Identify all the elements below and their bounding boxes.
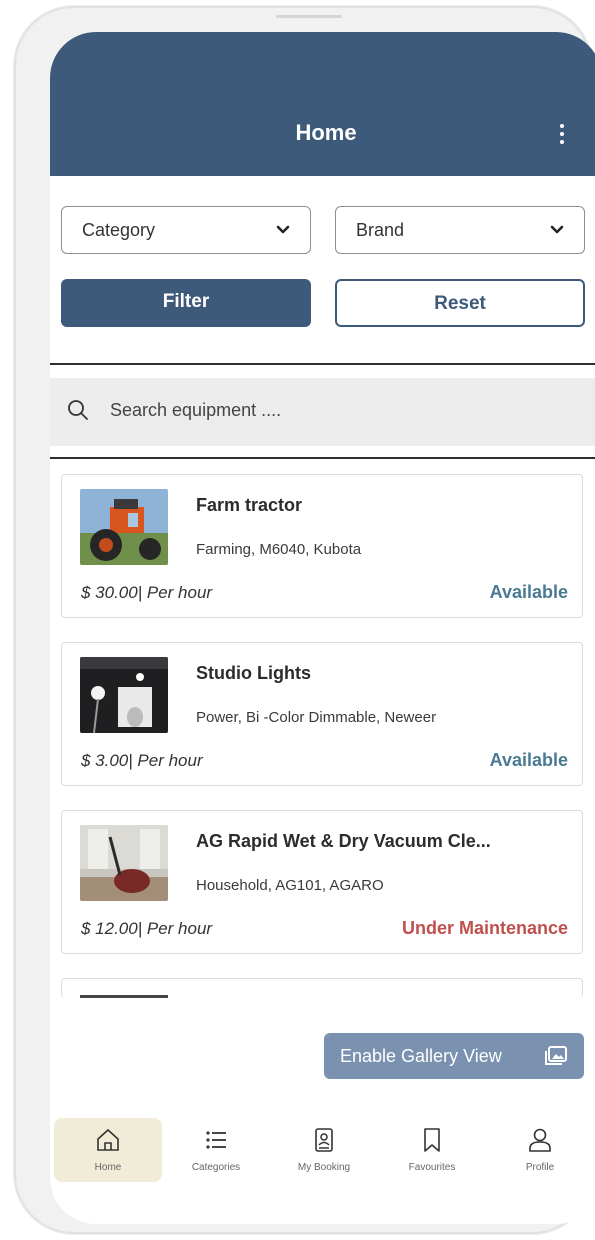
tractor-image — [80, 489, 168, 565]
chevron-down-icon — [550, 225, 564, 234]
category-dropdown-label: Category — [82, 220, 156, 240]
nav-favourites-label: Favourites — [408, 1162, 456, 1173]
nav-categories[interactable]: Categories — [162, 1118, 270, 1182]
category-dropdown[interactable]: Category — [61, 206, 311, 254]
nav-my-booking-label: My Booking — [297, 1162, 351, 1173]
equipment-price: $ 30.00| Per hour — [81, 583, 213, 602]
filter-button[interactable]: Filter — [61, 279, 311, 327]
status-badge: Available — [489, 582, 568, 602]
brand-dropdown[interactable]: Brand — [335, 206, 585, 254]
search-input[interactable]: Search equipment .... — [110, 400, 281, 421]
reset-button[interactable]: Reset — [335, 279, 585, 327]
screen: Home Category Brand Filter Reset Search … — [50, 32, 595, 1224]
equipment-title: Farm tractor — [196, 495, 303, 515]
speaker-slot — [276, 15, 342, 18]
gallery-button-label: Enable Gallery View — [340, 1046, 502, 1066]
nav-home[interactable]: Home — [54, 1118, 162, 1182]
studio-lights-image — [80, 657, 168, 733]
divider — [50, 457, 595, 459]
status-badge: Under Maintenance — [401, 918, 568, 938]
status-badge: Available — [489, 750, 568, 770]
search-icon — [68, 400, 88, 420]
home-icon — [97, 1128, 119, 1151]
vacuum-cleaner-image — [80, 825, 168, 901]
equipment-details: Power, Bi -Color Dimmable, Neweer — [196, 709, 437, 726]
nav-my-booking[interactable]: My Booking — [270, 1118, 378, 1182]
equipment-details: Farming, M6040, Kubota — [196, 541, 362, 558]
bookmark-icon — [424, 1128, 440, 1152]
equipment-card-partial[interactable] — [61, 978, 583, 998]
profile-icon — [529, 1128, 551, 1152]
page-title: Home — [295, 120, 357, 145]
equipment-title: Studio Lights — [196, 663, 311, 683]
nav-home-label: Home — [94, 1162, 122, 1173]
brand-dropdown-label: Brand — [356, 220, 405, 240]
nav-categories-label: Categories — [191, 1162, 241, 1173]
more-options-icon[interactable] — [554, 120, 570, 150]
equipment-price: $ 3.00| Per hour — [81, 751, 203, 770]
divider — [50, 363, 595, 365]
search-bar[interactable]: Search equipment .... — [50, 378, 595, 446]
chevron-down-icon — [276, 225, 290, 234]
equipment-card[interactable]: Studio Lights Power, Bi -Color Dimmable,… — [61, 642, 583, 786]
equipment-price: $ 12.00| Per hour — [81, 919, 213, 938]
nav-profile[interactable]: Profile — [486, 1118, 594, 1182]
equipment-title: AG Rapid Wet & Dry Vacuum Cle... — [196, 831, 491, 851]
nav-favourites[interactable]: Favourites — [378, 1118, 486, 1182]
bottom-navigation: Home Categories My Booking Favourites Pr… — [50, 1118, 595, 1190]
enable-gallery-view-button[interactable]: Enable Gallery View — [324, 1033, 584, 1079]
phone-frame: Home Category Brand Filter Reset Search … — [14, 6, 595, 1234]
equipment-card[interactable]: AG Rapid Wet & Dry Vacuum Cle... Househo… — [61, 810, 583, 954]
booking-icon — [315, 1128, 333, 1152]
list-icon — [206, 1131, 226, 1149]
partial-thumbnail — [80, 995, 168, 998]
app-header: Home — [50, 32, 595, 176]
gallery-icon — [545, 1046, 567, 1065]
equipment-card[interactable]: Farm tractor Farming, M6040, Kubota $ 30… — [61, 474, 583, 618]
equipment-details: Household, AG101, AGARO — [196, 877, 384, 894]
nav-profile-label: Profile — [525, 1162, 555, 1173]
